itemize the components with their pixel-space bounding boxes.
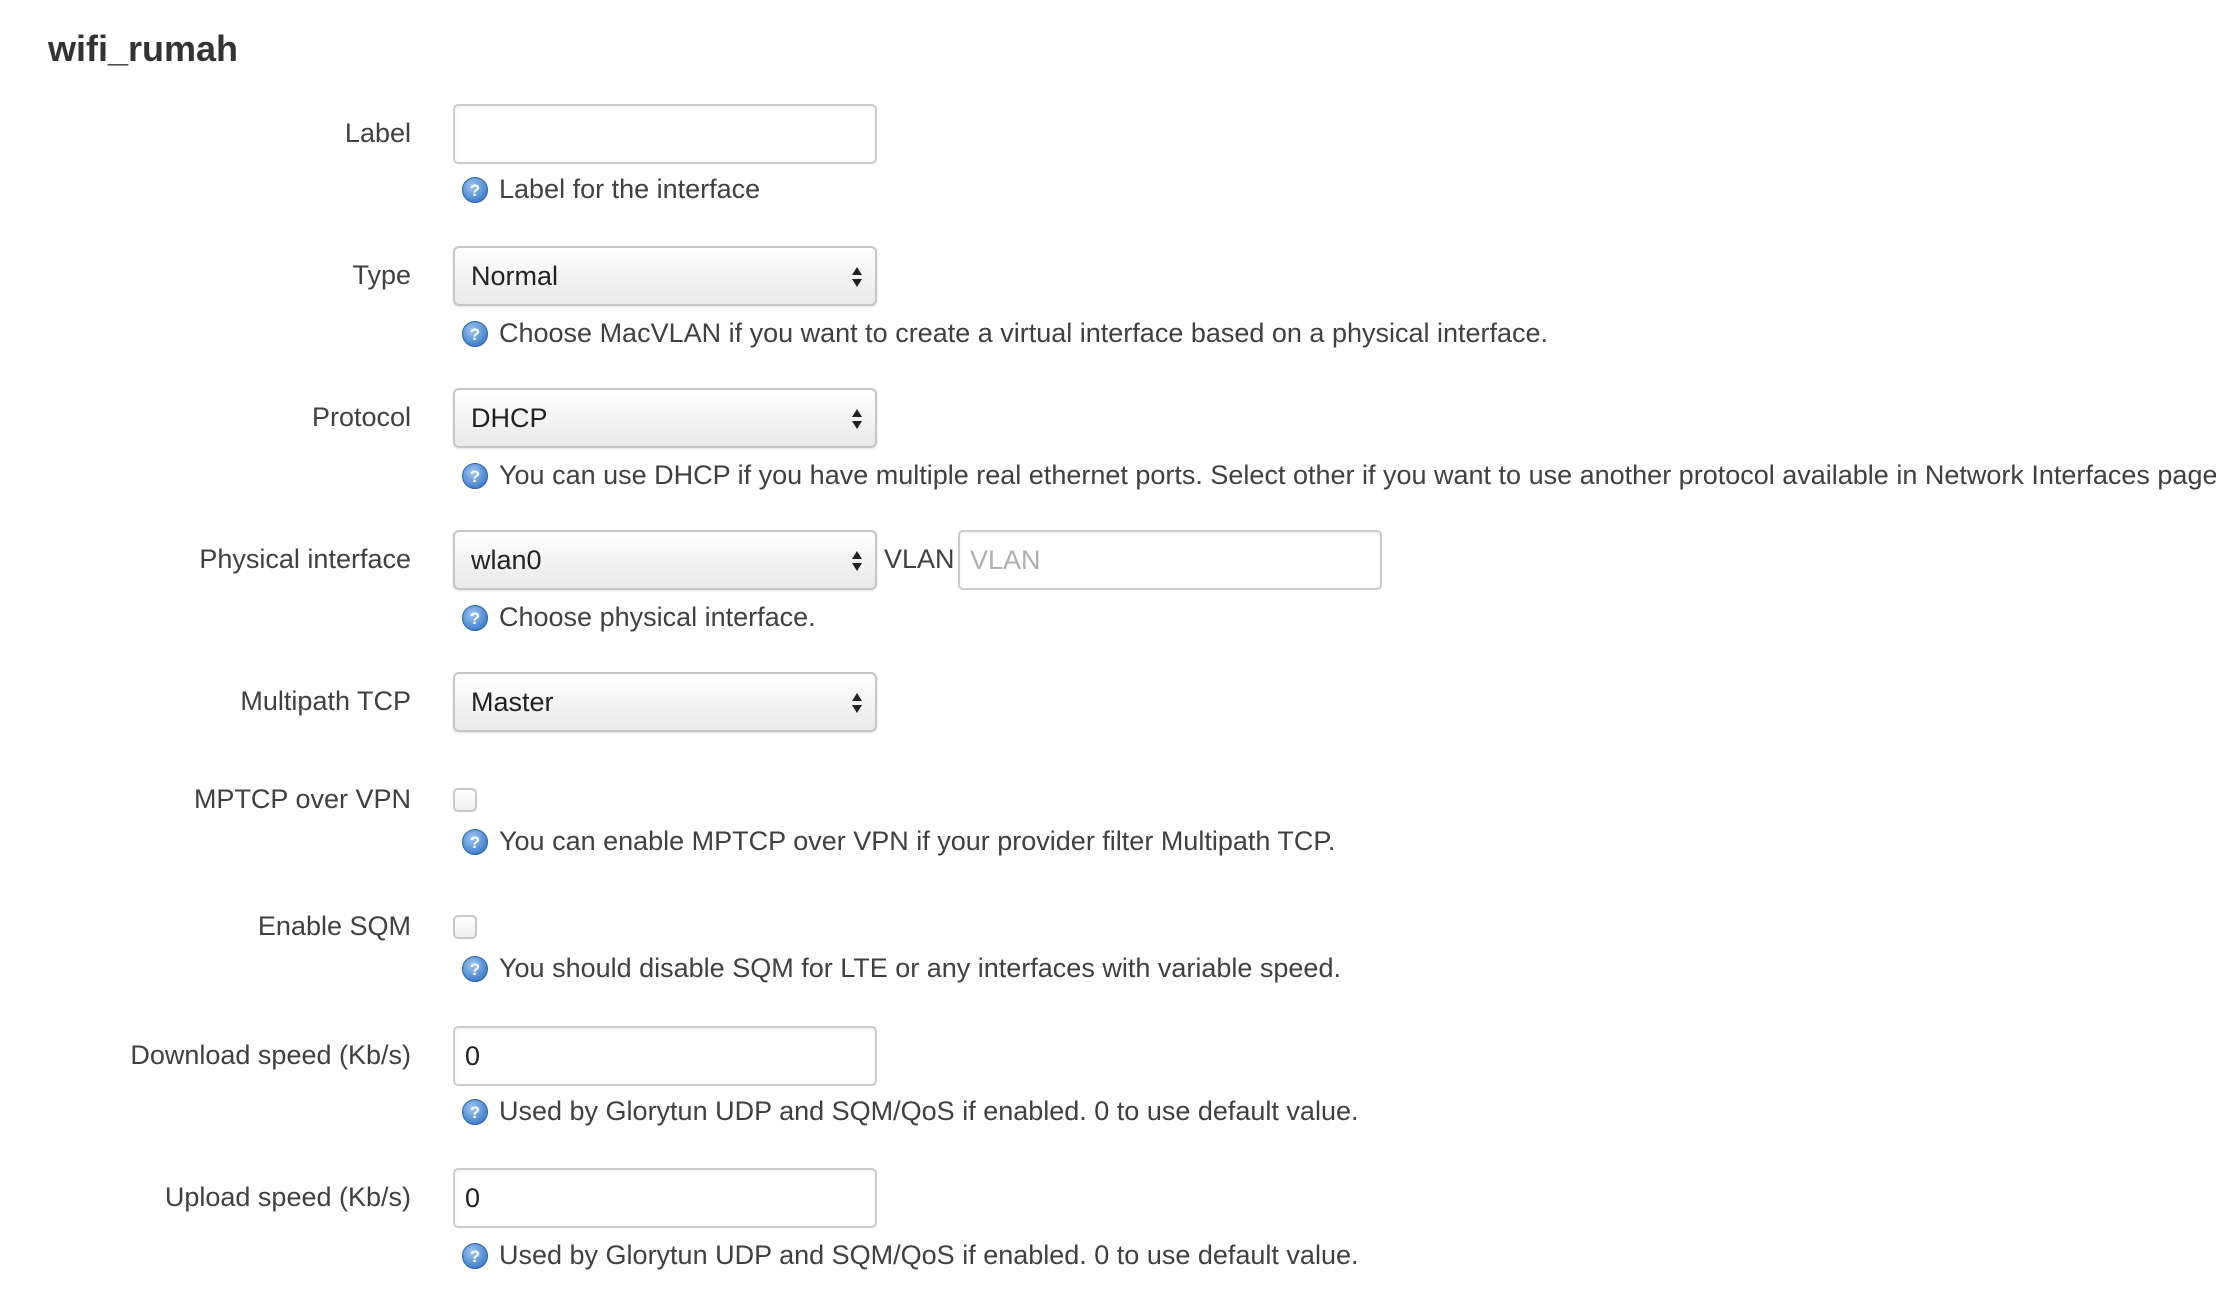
download-field-label: Download speed (Kb/s) [130,1040,411,1070]
mptcp-vpn-help: ? You can enable MPTCP over VPN if your … [461,826,1335,857]
type-selected-value: Normal [471,261,559,291]
multipath-field-label: Multipath TCP [240,686,411,716]
download-speed-input[interactable] [453,1026,877,1086]
enable-sqm-checkbox[interactable] [453,915,477,939]
help-text: Label for the interface [499,174,761,204]
type-help: ? Choose MacVLAN if you want to create a… [461,318,1548,349]
help-question-icon: ? [462,955,488,982]
svg-text:?: ? [470,609,480,628]
svg-text:?: ? [470,960,480,979]
help-question-icon: ? [462,604,488,631]
upload-speed-input[interactable] [453,1168,877,1228]
help-question-icon: ? [462,828,488,855]
svg-text:?: ? [470,181,480,200]
help-question-icon: ? [462,462,488,489]
type-select[interactable]: Normal [453,246,877,306]
section-title: wifi_rumah [48,28,239,69]
interface-settings-page: wifi_rumah Label ? Label for the interfa… [0,0,2216,1292]
protocol-field-label: Protocol [311,402,411,432]
help-question-icon: ? [462,176,488,203]
mptcp-over-vpn-checkbox[interactable] [453,788,477,812]
download-help: ? Used by Glorytun UDP and SQM/QoS if en… [461,1096,1358,1127]
upload-help: ? Used by Glorytun UDP and SQM/QoS if en… [461,1240,1358,1271]
help-question-icon: ? [462,1098,488,1125]
help-text: Choose MacVLAN if you want to create a v… [499,318,1549,348]
sqm-help: ? You should disable SQM for LTE or any … [461,953,1341,984]
type-field-label: Type [352,260,411,290]
help-question-icon: ? [462,1242,488,1269]
select-updown-arrows-icon [851,407,863,431]
row-multipath-tcp: Multipath TCP Master [0,672,2216,732]
help-text: You should disable SQM for LTE or any in… [499,953,1341,983]
physical-interface-select[interactable]: wlan0 [453,530,877,590]
row-type: Type Normal ? Choose MacVLAN if you want… [0,246,2216,348]
label-input[interactable] [453,104,877,164]
label-help: ? Label for the interface [461,174,760,205]
multipath-selected-value: Master [471,687,554,717]
physical-field-label: Physical interface [199,544,411,574]
help-text: Used by Glorytun UDP and SQM/QoS if enab… [499,1096,1359,1126]
svg-text:?: ? [470,325,480,344]
vlan-input[interactable] [958,530,1382,590]
physical-selected-value: wlan0 [471,545,542,575]
help-text: Used by Glorytun UDP and SQM/QoS if enab… [499,1240,1359,1270]
row-protocol: Protocol DHCP ? You can use DHCP if you … [0,388,2216,490]
mptcp-vpn-field-label: MPTCP over VPN [193,784,411,814]
protocol-select[interactable]: DHCP [453,388,877,448]
help-text: You can use DHCP if you have multiple re… [499,460,2216,490]
physical-help: ? Choose physical interface. [461,602,816,633]
help-question-icon: ? [462,320,488,347]
select-updown-arrows-icon [851,265,863,289]
select-updown-arrows-icon [851,549,863,573]
help-text: Choose physical interface. [499,602,816,632]
protocol-selected-value: DHCP [471,403,548,433]
help-text: You can enable MPTCP over VPN if your pr… [499,826,1336,856]
multipath-tcp-select[interactable]: Master [453,672,877,732]
sqm-field-label: Enable SQM [257,911,411,941]
vlan-label: VLAN [884,544,955,574]
svg-text:?: ? [470,467,480,486]
row-physical-interface: Physical interface wlan0 VLAN ? Choose p… [0,530,2216,632]
svg-text:?: ? [470,1103,480,1122]
svg-text:?: ? [470,833,480,852]
svg-text:?: ? [470,1247,480,1266]
label-field-label: Label [344,118,411,148]
select-updown-arrows-icon [851,691,863,715]
protocol-help: ? You can use DHCP if you have multiple … [461,460,2216,491]
upload-field-label: Upload speed (Kb/s) [164,1182,411,1212]
